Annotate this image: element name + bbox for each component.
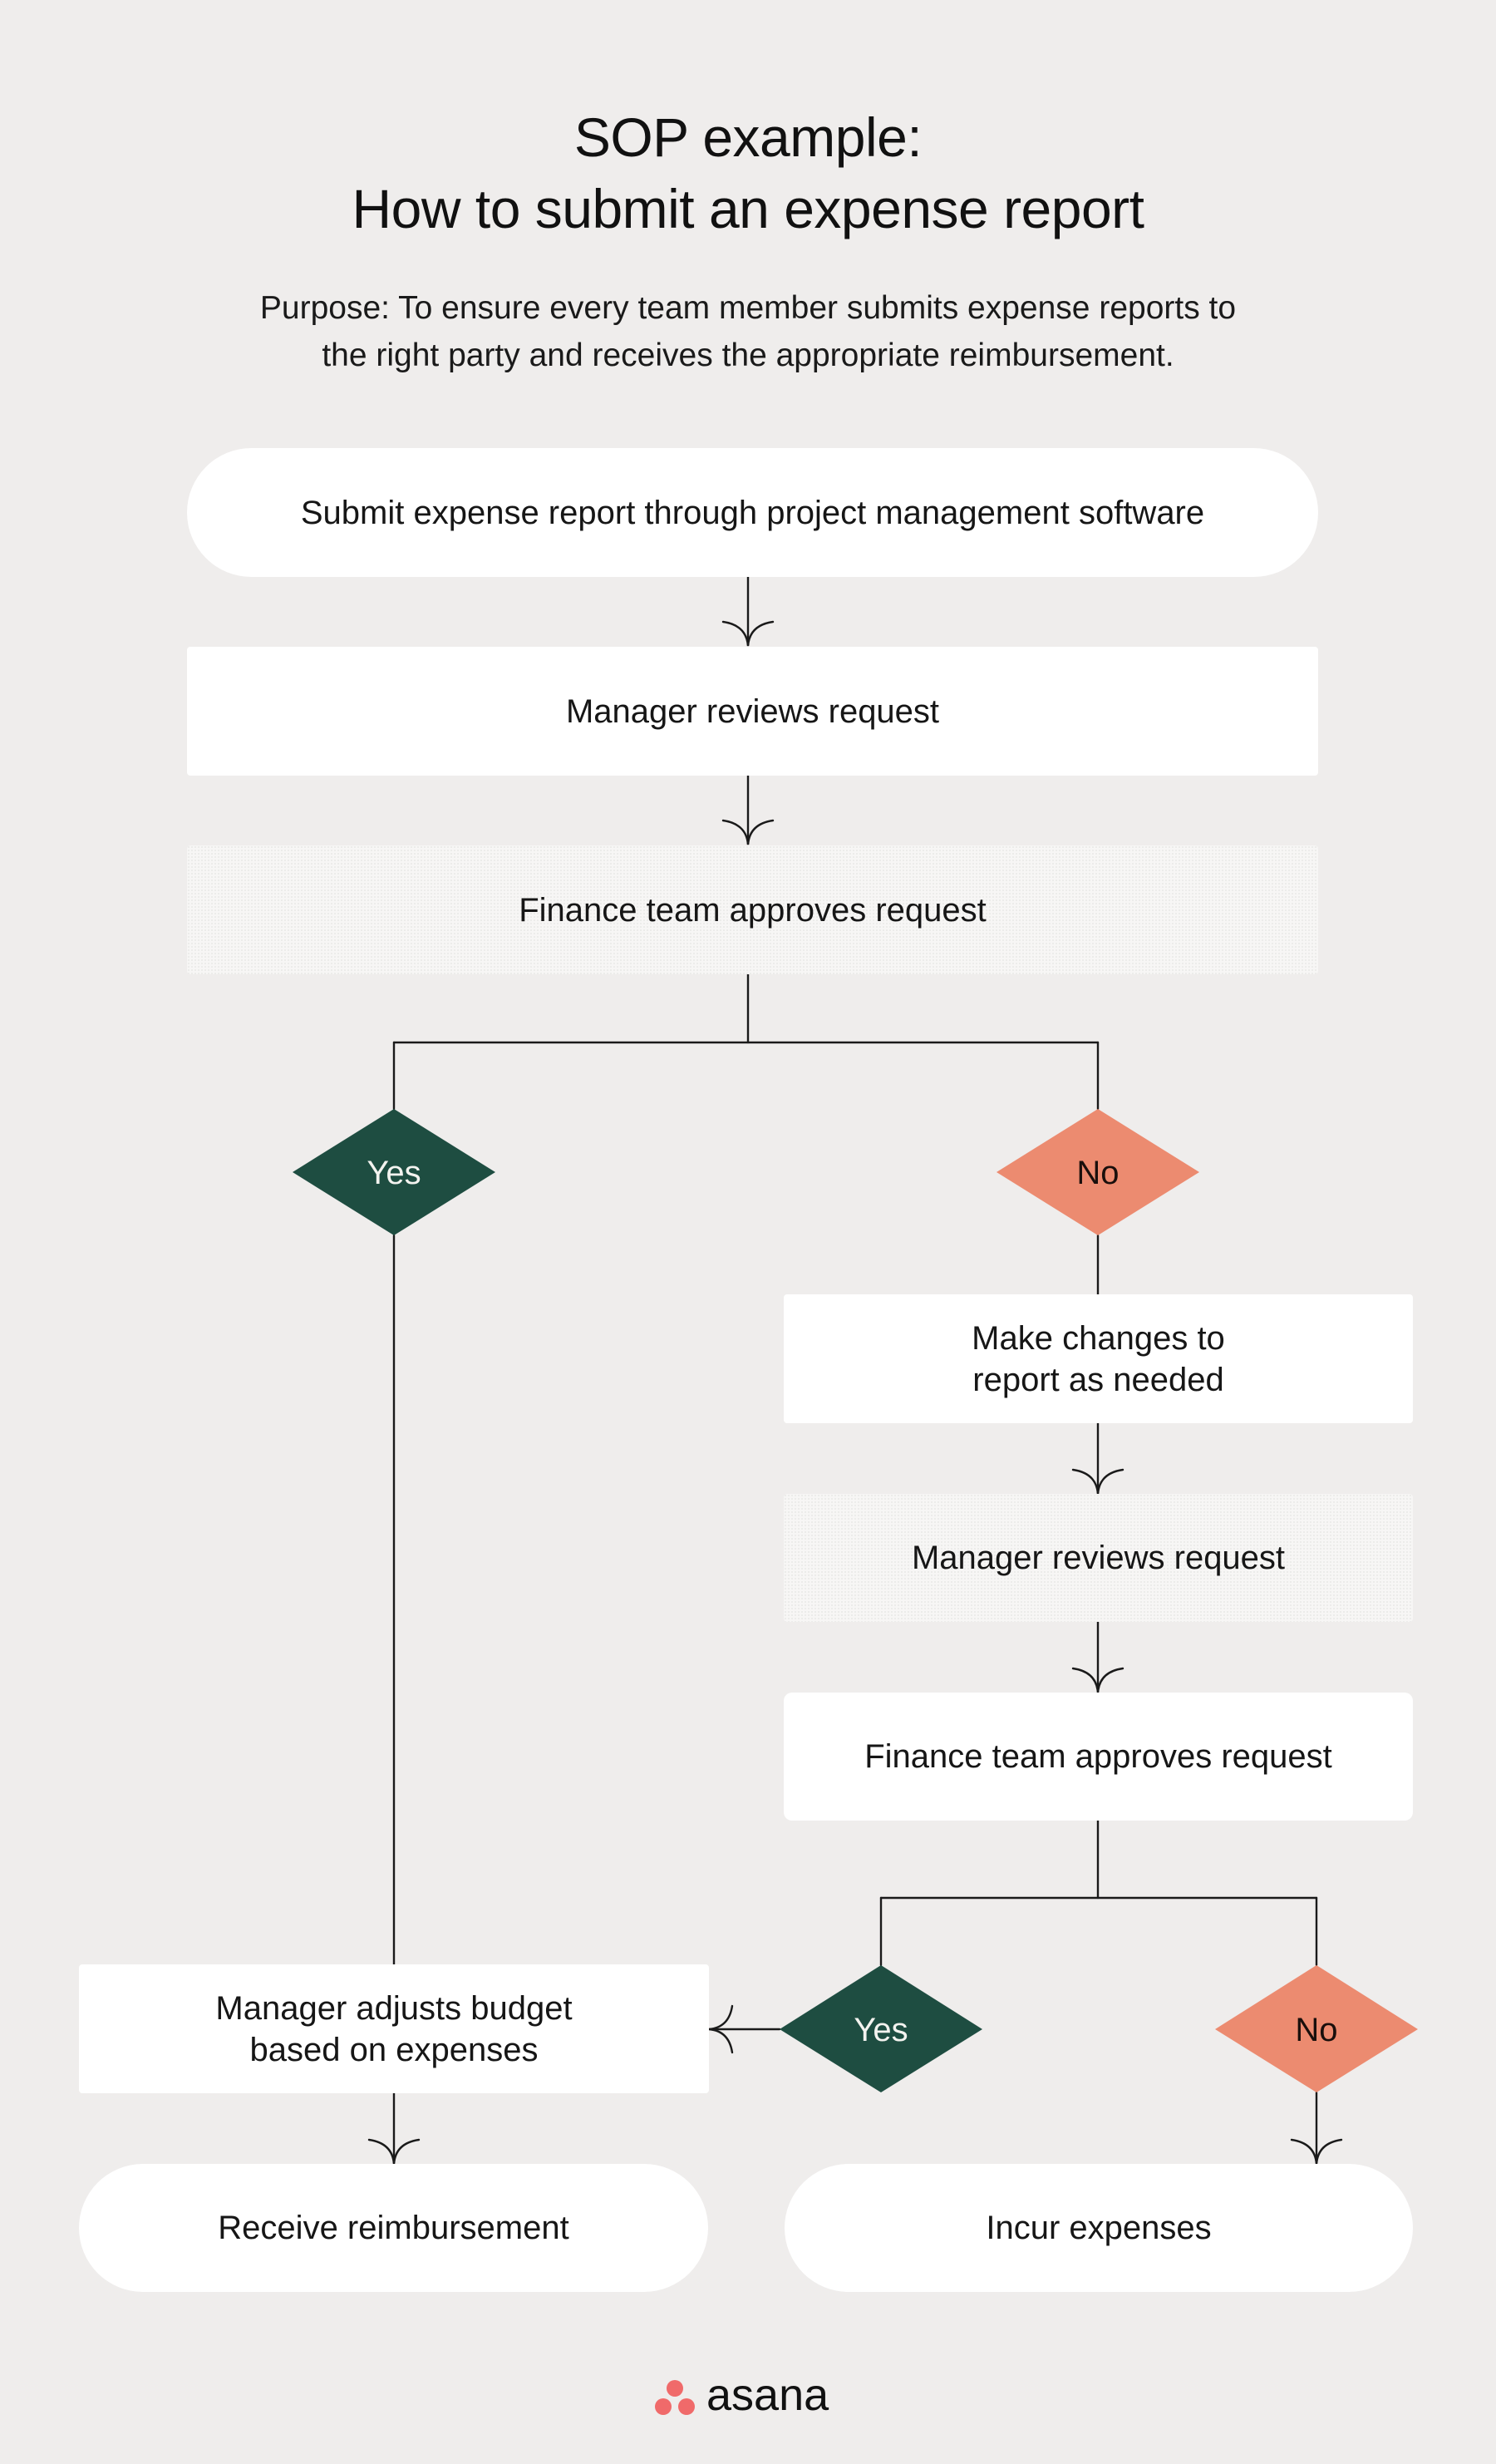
step-adjust-budget-line-2: based on expenses [249, 2031, 539, 2068]
step-adjust-budget-line-1: Manager adjusts budget [215, 1989, 573, 2027]
step-manager-review: Manager reviews request [187, 647, 1318, 776]
asana-wordmark: asana [706, 2370, 829, 2420]
step-finance-approve-label: Finance team approves request [519, 891, 987, 929]
step-manager-review-2: Manager reviews request [784, 1494, 1413, 1622]
asana-logo: asana [653, 2370, 829, 2421]
step-adjust-budget: Manager adjusts budget based on expenses [79, 1964, 709, 2093]
step-adjust-budget-label: Manager adjusts budget based on expenses [215, 1988, 572, 2071]
step-submit-report: Submit expense report through project ma… [187, 448, 1318, 577]
asana-three-dots-icon [653, 2378, 696, 2417]
step-submit-report-label: Submit expense report through project ma… [300, 494, 1205, 531]
step-manager-review-2-label: Manager reviews request [911, 1540, 1286, 1576]
end-incur-expenses: Incur expenses [785, 2164, 1413, 2292]
step-make-changes-line-2: report as needed [972, 1361, 1224, 1398]
step-finance-approve-2-label: Finance team approves request [864, 1738, 1332, 1775]
decision-no-1-label: No [1076, 1155, 1120, 1191]
end-receive-reimbursement: Receive reimbursement [79, 2164, 708, 2292]
step-make-changes-label: Make changes to report as needed [972, 1318, 1225, 1401]
end-incur-expenses-label: Incur expenses [986, 2210, 1212, 2246]
decision-yes-2-label: Yes [854, 2012, 908, 2048]
decision-yes-1-label: Yes [367, 1155, 421, 1191]
flowchart-connectors [293, 575, 1418, 2165]
step-make-changes: Make changes to report as needed [784, 1294, 1413, 1423]
step-manager-review-label: Manager reviews request [565, 692, 940, 730]
step-finance-approve-2: Finance team approves request [784, 1693, 1413, 1821]
step-finance-approve: Finance team approves request [187, 845, 1318, 974]
decision-no-2-label: No [1295, 2012, 1338, 2048]
end-receive-reimbursement-label: Receive reimbursement [218, 2210, 569, 2246]
step-make-changes-line-1: Make changes to [972, 1319, 1225, 1357]
